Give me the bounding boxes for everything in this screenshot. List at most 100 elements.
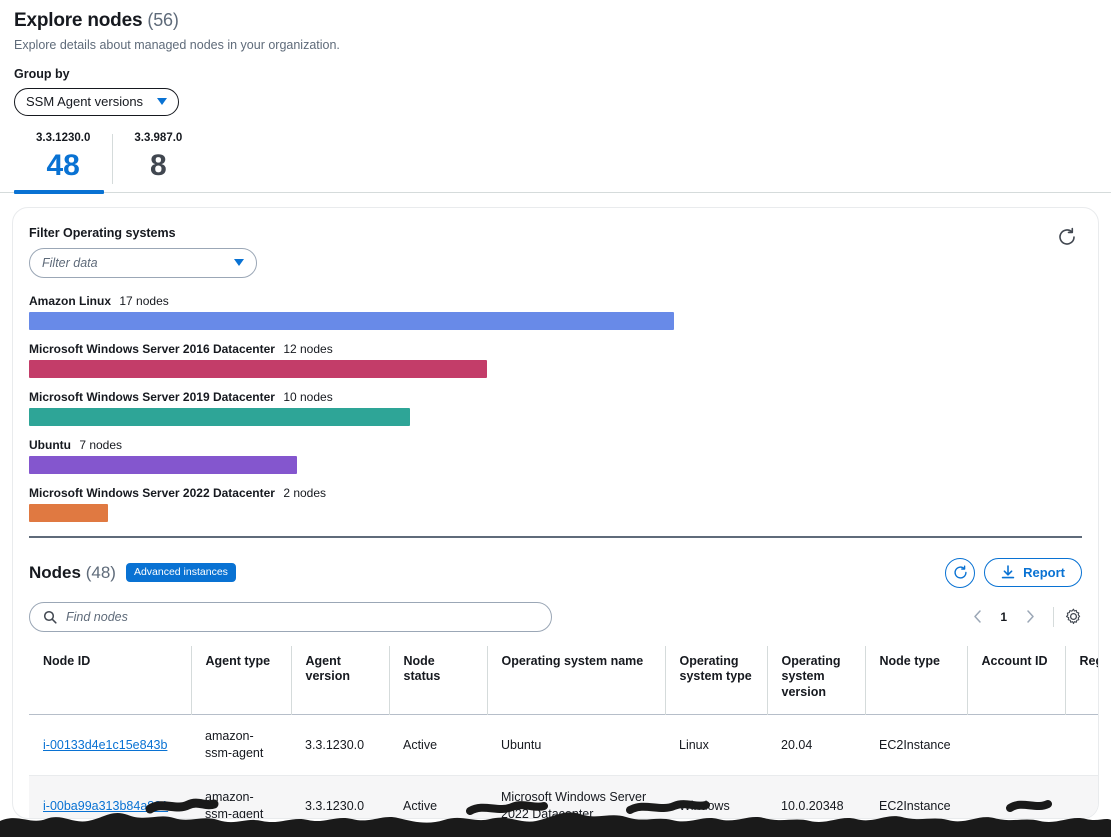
column-header-node-type[interactable]: Node type — [865, 646, 967, 715]
cell-agent-type: amazon-ssm-agent — [191, 715, 291, 776]
cell-os-version: 20.04 — [767, 715, 865, 776]
bar-ubuntu[interactable] — [29, 456, 297, 474]
column-header-agent-type[interactable]: Agent type — [191, 646, 291, 715]
group-by-label: Group by — [14, 67, 1097, 81]
section-divider — [29, 536, 1082, 538]
bar-windows-2019[interactable] — [29, 408, 410, 426]
nodes-table: Node ID Agent type Agent version Node st… — [29, 646, 1099, 819]
version-tabs: 3.3.1230.0 48 3.3.987.0 8 — [0, 132, 1111, 193]
advanced-instances-badge: Advanced instances — [126, 563, 236, 582]
column-header-node-id[interactable]: Node ID — [29, 646, 191, 715]
bar-group-amazon-linux: Amazon Linux 17 nodes — [29, 294, 1082, 330]
cell-account-id — [967, 776, 1065, 819]
column-header-region[interactable]: Region — [1065, 646, 1099, 715]
version-tab-label: 3.3.1230.0 — [36, 132, 90, 144]
nodes-table-container: Node ID Agent type Agent version Node st… — [29, 646, 1082, 819]
version-tab-label: 3.3.987.0 — [134, 132, 182, 144]
refresh-icon — [952, 564, 969, 581]
nodes-refresh-button[interactable] — [945, 558, 975, 588]
cell-os-type: Windows — [665, 776, 767, 819]
filter-os-select[interactable]: Filter data — [29, 248, 257, 278]
explore-nodes-card: Filter Operating systems Filter data Ama… — [12, 207, 1099, 819]
cell-os-type: Linux — [665, 715, 767, 776]
bar-category-label: Microsoft Windows Server 2019 Datacenter — [29, 390, 275, 404]
chevron-left-icon — [973, 610, 982, 623]
cell-agent-version: 3.3.1230.0 — [291, 776, 389, 819]
cell-node-id: i-00133d4e1c15e843b — [29, 715, 191, 776]
bar-value-label: 17 nodes — [119, 294, 168, 308]
cell-node-type: EC2Instance — [865, 776, 967, 819]
group-by-select[interactable]: SSM Agent versions — [14, 88, 179, 116]
table-row[interactable]: i-00133d4e1c15e843b amazon-ssm-agent 3.3… — [29, 715, 1099, 776]
page-title-text: Explore nodes — [14, 10, 142, 31]
column-header-node-status[interactable]: Node status — [389, 646, 487, 715]
page-title-count: (56) — [147, 10, 178, 30]
node-id-link[interactable]: i-00ba99a313b84a821 — [43, 799, 168, 813]
column-header-account-id[interactable]: Account ID — [967, 646, 1065, 715]
cell-node-id: i-00ba99a313b84a821 — [29, 776, 191, 819]
nodes-title-text: Nodes — [29, 563, 81, 582]
cell-os-name: Ubuntu — [487, 715, 665, 776]
bar-value-label: 2 nodes — [283, 486, 326, 500]
gear-icon — [1065, 608, 1082, 625]
pagination-next-button[interactable] — [1018, 605, 1042, 629]
cell-os-name: Microsoft Windows Server 2022 Datacenter — [487, 776, 665, 819]
cell-agent-version: 3.3.1230.0 — [291, 715, 389, 776]
bar-category-label: Ubuntu — [29, 438, 71, 452]
bar-amazon-linux[interactable] — [29, 312, 674, 330]
cell-region — [1065, 776, 1099, 819]
cell-node-type: EC2Instance — [865, 715, 967, 776]
bar-group-ubuntu: Ubuntu 7 nodes — [29, 438, 1082, 474]
nodes-section-header: Nodes (48) Advanced instances — [29, 558, 1082, 588]
bar-category-label: Amazon Linux — [29, 294, 111, 308]
pagination-prev-button[interactable] — [965, 605, 989, 629]
table-header-row: Node ID Agent type Agent version Node st… — [29, 646, 1099, 715]
active-tab-indicator — [14, 190, 104, 194]
search-container[interactable] — [29, 602, 552, 632]
cell-node-status: Active — [389, 715, 487, 776]
bar-windows-2016[interactable] — [29, 360, 487, 378]
chevron-right-icon — [1026, 610, 1035, 623]
table-row[interactable]: i-00ba99a313b84a821 amazon-ssm-agent 3.3… — [29, 776, 1099, 819]
nodes-title-count: (48) — [86, 563, 116, 582]
bar-value-label: 12 nodes — [283, 342, 332, 356]
node-id-link[interactable]: i-00133d4e1c15e843b — [43, 738, 167, 752]
page-header: Explore nodes (56) Explore details about… — [0, 0, 1111, 52]
bar-group-windows-2016: Microsoft Windows Server 2016 Datacenter… — [29, 342, 1082, 378]
chart-refresh-button[interactable] — [1056, 226, 1078, 248]
search-icon — [43, 610, 57, 624]
chevron-down-icon — [157, 98, 167, 105]
tabs-baseline — [0, 192, 1111, 193]
version-tab-count: 8 — [134, 150, 182, 182]
table-toolbar: 1 — [29, 602, 1082, 632]
download-icon — [1001, 565, 1015, 580]
page-subtitle: Explore details about managed nodes in y… — [14, 38, 1097, 52]
version-tab-3-3-1230-0[interactable]: 3.3.1230.0 48 — [14, 132, 112, 192]
bar-group-windows-2022: Microsoft Windows Server 2022 Datacenter… — [29, 486, 1082, 522]
filter-os-label: Filter Operating systems — [29, 226, 1082, 240]
report-button[interactable]: Report — [984, 558, 1082, 587]
column-header-os-version[interactable]: Operating system version — [767, 646, 865, 715]
cell-region — [1065, 715, 1099, 776]
bar-category-label: Microsoft Windows Server 2022 Datacenter — [29, 486, 275, 500]
bar-category-label: Microsoft Windows Server 2016 Datacenter — [29, 342, 275, 356]
version-tab-3-3-987-0[interactable]: 3.3.987.0 8 — [112, 132, 204, 192]
column-header-agent-version[interactable]: Agent version — [291, 646, 389, 715]
group-by-value: SSM Agent versions — [26, 94, 143, 109]
bar-value-label: 10 nodes — [283, 390, 332, 404]
column-header-os-name[interactable]: Operating system name — [487, 646, 665, 715]
report-button-label: Report — [1023, 565, 1065, 580]
bar-windows-2022[interactable] — [29, 504, 108, 522]
table-header: Node ID Agent type Agent version Node st… — [29, 646, 1099, 715]
column-header-os-type[interactable]: Operating system type — [665, 646, 767, 715]
bar-group-windows-2019: Microsoft Windows Server 2019 Datacenter… — [29, 390, 1082, 426]
cell-node-status: Active — [389, 776, 487, 819]
version-tab-count: 48 — [36, 150, 90, 182]
table-preferences-button[interactable] — [1065, 608, 1082, 625]
search-input[interactable] — [66, 610, 538, 624]
table-body: i-00133d4e1c15e843b amazon-ssm-agent 3.3… — [29, 715, 1099, 819]
refresh-icon — [1056, 226, 1078, 248]
pagination-page-1[interactable]: 1 — [992, 610, 1015, 624]
cell-agent-type: amazon-ssm-agent — [191, 776, 291, 819]
chevron-down-icon — [234, 259, 244, 266]
